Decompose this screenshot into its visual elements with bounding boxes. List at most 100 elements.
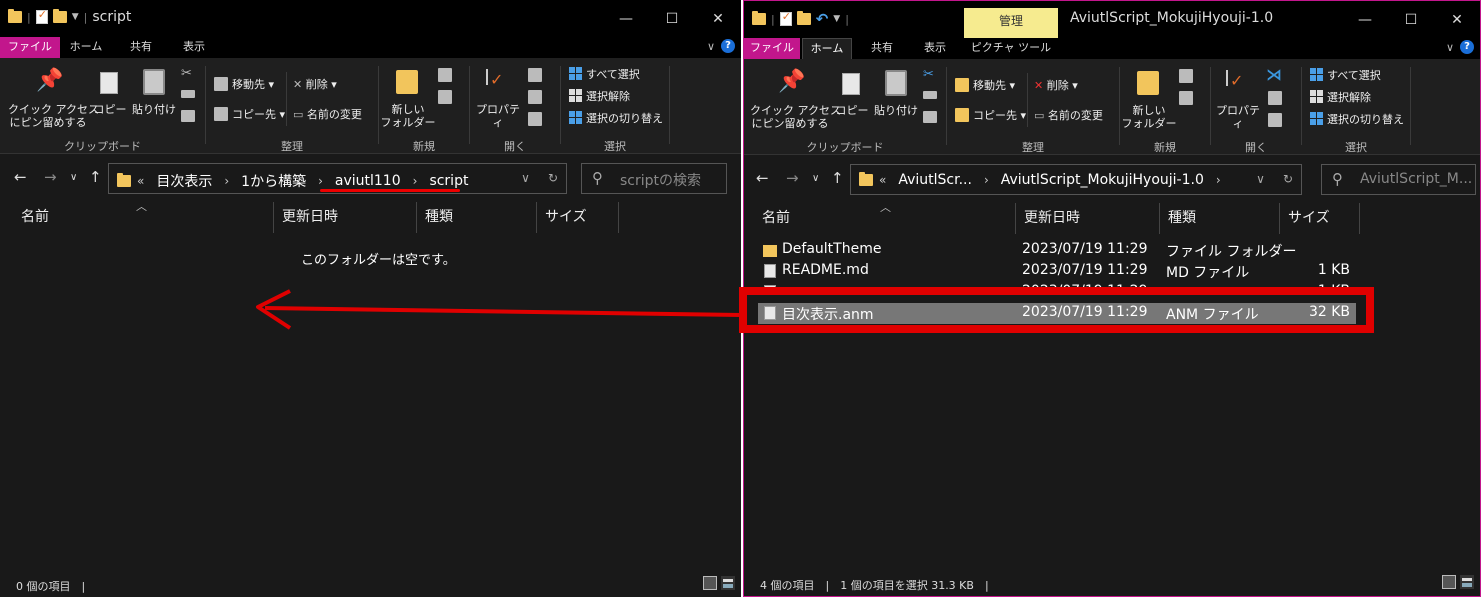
tab-picture-tools[interactable]: ピクチャ ツール: [964, 38, 1058, 59]
address-bar[interactable]: « AviutlScr... › AviutlScript_MokujiHyou…: [850, 164, 1302, 195]
column-type[interactable]: 種類: [417, 202, 537, 233]
copy-to-button[interactable]: コピー先 ▾: [232, 108, 285, 121]
undo-icon[interactable]: ↶: [816, 10, 829, 28]
breadcrumb-item[interactable]: 1から構築: [235, 171, 312, 191]
chevron-right-icon[interactable]: ›: [978, 173, 995, 187]
select-none-button[interactable]: 選択解除: [569, 89, 630, 103]
expand-ribbon-icon[interactable]: ∨: [1446, 41, 1454, 54]
properties-button[interactable]: プロパティ: [472, 103, 524, 129]
title-bar[interactable]: | ▼ | script — ☐ ✕: [0, 0, 741, 37]
recent-locations-icon[interactable]: ∨: [812, 173, 819, 184]
tab-manage[interactable]: 管理: [964, 8, 1058, 38]
properties-icon[interactable]: [779, 10, 792, 26]
paste-button[interactable]: 貼り付け: [872, 104, 920, 117]
new-folder-button[interactable]: 新しい フォルダー: [380, 103, 436, 129]
edit-icon[interactable]: [528, 90, 542, 104]
new-folder-icon[interactable]: [796, 11, 811, 25]
details-view-button[interactable]: [1442, 575, 1456, 589]
up-icon[interactable]: ↑: [831, 169, 844, 187]
help-icon[interactable]: ?: [1460, 40, 1474, 54]
close-button[interactable]: ✕: [695, 0, 741, 37]
chevron-down-icon[interactable]: ▼: [833, 14, 840, 24]
file-row[interactable]: DefaultTheme 2023/07/19 11:29 ファイル フォルダー: [758, 240, 1356, 261]
column-date[interactable]: 更新日時: [274, 202, 417, 233]
copy-button[interactable]: コピー: [92, 103, 128, 116]
pin-quick-access-button[interactable]: クイック アクセス にピン留めする: [750, 104, 841, 130]
minimize-button[interactable]: —: [603, 0, 649, 37]
expand-ribbon-icon[interactable]: ∨: [707, 40, 715, 53]
search-input[interactable]: ⚲ AviutlScript_M...: [1321, 164, 1476, 195]
help-icon[interactable]: ?: [721, 39, 735, 53]
new-folder-button[interactable]: 新しい フォルダー: [1121, 104, 1177, 130]
column-type[interactable]: 種類: [1160, 203, 1280, 234]
rename-button[interactable]: ▭ 名前の変更: [1034, 109, 1103, 122]
new-item-icon[interactable]: [1179, 69, 1193, 83]
file-row[interactable]: テスト.txt 2023/07/19 11:29 TXT ファイル 1 KB: [758, 282, 1356, 295]
column-size[interactable]: サイズ: [537, 202, 619, 233]
recent-locations-icon[interactable]: ∨: [70, 172, 77, 183]
select-none-button[interactable]: 選択解除: [1310, 90, 1371, 104]
forward-icon[interactable]: →: [44, 168, 57, 186]
vscode-icon[interactable]: ⋊: [1266, 65, 1282, 84]
tab-file[interactable]: ファイル: [744, 38, 800, 59]
history-icon[interactable]: [528, 112, 542, 126]
tab-home[interactable]: ホーム: [802, 38, 852, 59]
paste-shortcut-icon[interactable]: [923, 111, 937, 123]
properties-button[interactable]: プロパティ: [1212, 104, 1264, 130]
overflow-chevron[interactable]: «: [131, 174, 150, 188]
invert-selection-button[interactable]: 選択の切り替え: [1310, 112, 1404, 126]
chevron-right-icon[interactable]: ›: [1210, 173, 1227, 187]
forward-icon[interactable]: →: [786, 169, 799, 187]
chevron-down-icon[interactable]: ▼: [72, 12, 79, 22]
paste-button[interactable]: 貼り付け: [130, 103, 178, 116]
search-input[interactable]: ⚲ scriptの検索: [581, 163, 727, 194]
tab-view[interactable]: 表示: [170, 37, 218, 58]
move-to-button[interactable]: 移動先 ▾: [232, 78, 274, 91]
open-icon[interactable]: [528, 68, 542, 82]
rename-button[interactable]: ▭ 名前の変更: [293, 108, 362, 121]
column-name[interactable]: ︿ 名前: [754, 201, 1016, 234]
back-icon[interactable]: ←: [756, 169, 769, 187]
close-button[interactable]: ✕: [1434, 1, 1480, 38]
cut-icon[interactable]: ✂: [923, 67, 934, 82]
new-item-icon[interactable]: [438, 68, 452, 82]
delete-button[interactable]: ✕ 削除 ▾: [1034, 79, 1078, 92]
maximize-button[interactable]: ☐: [1388, 1, 1434, 38]
move-to-button[interactable]: 移動先 ▾: [973, 79, 1015, 92]
copy-to-button[interactable]: コピー先 ▾: [973, 109, 1026, 122]
easy-access-icon[interactable]: [438, 90, 452, 104]
delete-button[interactable]: ✕ 削除 ▾: [293, 78, 337, 91]
tab-share[interactable]: 共有: [854, 38, 910, 59]
column-size[interactable]: サイズ: [1280, 203, 1360, 234]
breadcrumb-item[interactable]: AviutlScr...: [892, 172, 978, 188]
chevron-down-icon[interactable]: ∨: [1256, 172, 1265, 186]
chevron-right-icon[interactable]: ›: [218, 174, 235, 188]
select-all-button[interactable]: すべて選択: [569, 67, 640, 81]
easy-access-icon[interactable]: [1179, 91, 1193, 105]
breadcrumb-item[interactable]: AviutlScript_MokujiHyouji-1.0: [995, 172, 1210, 188]
refresh-icon[interactable]: ↻: [1283, 172, 1293, 186]
large-icons-view-button[interactable]: [1460, 575, 1474, 589]
column-date[interactable]: 更新日時: [1016, 203, 1160, 234]
select-all-button[interactable]: すべて選択: [1310, 68, 1381, 82]
breadcrumb-item[interactable]: 目次表示: [150, 171, 218, 191]
edit-icon[interactable]: [1268, 91, 1282, 105]
chevron-right-icon[interactable]: ›: [312, 174, 329, 188]
chevron-down-icon[interactable]: ∨: [521, 171, 530, 185]
breadcrumb-item[interactable]: aviutl110: [329, 173, 407, 189]
file-row-selected[interactable]: 目次表示.anm 2023/07/19 11:29 ANM ファイル 32 KB: [758, 303, 1356, 324]
tab-view[interactable]: 表示: [910, 38, 960, 59]
overflow-chevron[interactable]: «: [873, 173, 892, 187]
title-bar[interactable]: | ↶ ▼ | 管理 AviutlScript_MokujiHyouji-1.0…: [744, 1, 1480, 38]
history-icon[interactable]: [1268, 113, 1282, 127]
tab-share[interactable]: 共有: [112, 37, 170, 58]
refresh-icon[interactable]: ↻: [548, 171, 558, 185]
new-folder-icon[interactable]: [52, 9, 67, 23]
paste-shortcut-icon[interactable]: [181, 110, 195, 122]
maximize-button[interactable]: ☐: [649, 0, 695, 37]
tab-file[interactable]: ファイル: [0, 37, 60, 58]
pin-quick-access-button[interactable]: クイック アクセス にピン留めする: [8, 103, 99, 129]
properties-icon[interactable]: [35, 8, 48, 24]
back-icon[interactable]: ←: [14, 168, 27, 186]
details-view-button[interactable]: [703, 576, 717, 590]
